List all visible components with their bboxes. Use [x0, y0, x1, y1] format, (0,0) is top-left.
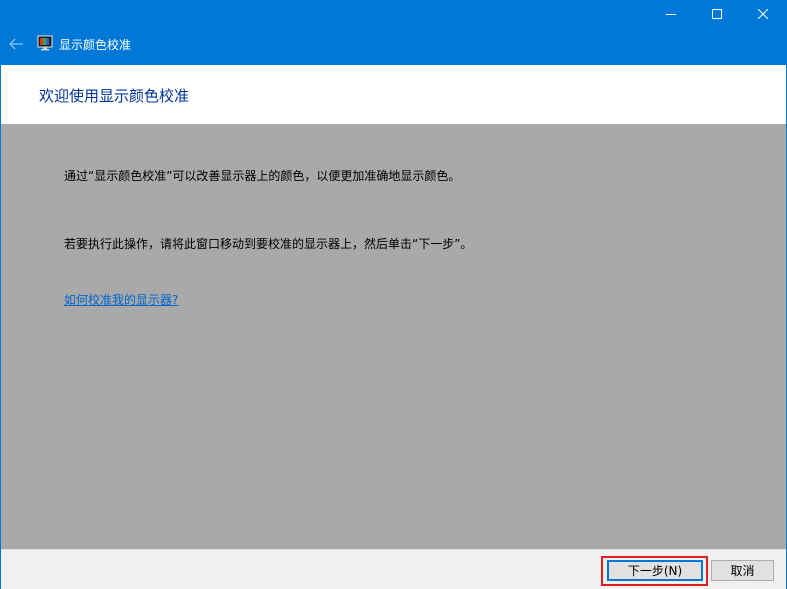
minimize-button[interactable]	[648, 1, 694, 27]
calibration-window: 显示颜色校准 欢迎使用显示颜色校准 通过“显示颜色校准”可以改善显示器上的颜色，…	[0, 0, 787, 589]
instruction-paragraph: 若要执行此操作，请将此窗口移动到要校准的显示器上，然后单击“下一步”。	[64, 237, 473, 251]
minimize-icon	[666, 14, 676, 15]
title-bar: 显示颜色校准	[1, 1, 786, 65]
close-button[interactable]	[740, 1, 786, 27]
close-icon	[758, 9, 768, 19]
cancel-button[interactable]: 取消	[711, 560, 774, 581]
back-button[interactable]	[5, 33, 27, 55]
next-button[interactable]: 下一步(N)	[607, 560, 703, 581]
display-calibration-icon	[37, 35, 53, 51]
button-bar: 下一步(N) 取消	[1, 549, 786, 589]
content-area: 通过“显示颜色校准”可以改善显示器上的颜色，以便更加准确地显示颜色。 若要执行此…	[1, 124, 786, 549]
page-title: 欢迎使用显示颜色校准	[39, 87, 190, 105]
page-header: 欢迎使用显示颜色校准	[1, 65, 786, 124]
help-link[interactable]: 如何校准我的显示器?	[64, 291, 178, 308]
window-title: 显示颜色校准	[59, 38, 132, 52]
maximize-button[interactable]	[694, 1, 740, 27]
intro-paragraph: 通过“显示颜色校准”可以改善显示器上的颜色，以便更加准确地显示颜色。	[64, 169, 461, 183]
back-arrow-icon	[9, 38, 23, 50]
maximize-icon	[712, 9, 722, 19]
